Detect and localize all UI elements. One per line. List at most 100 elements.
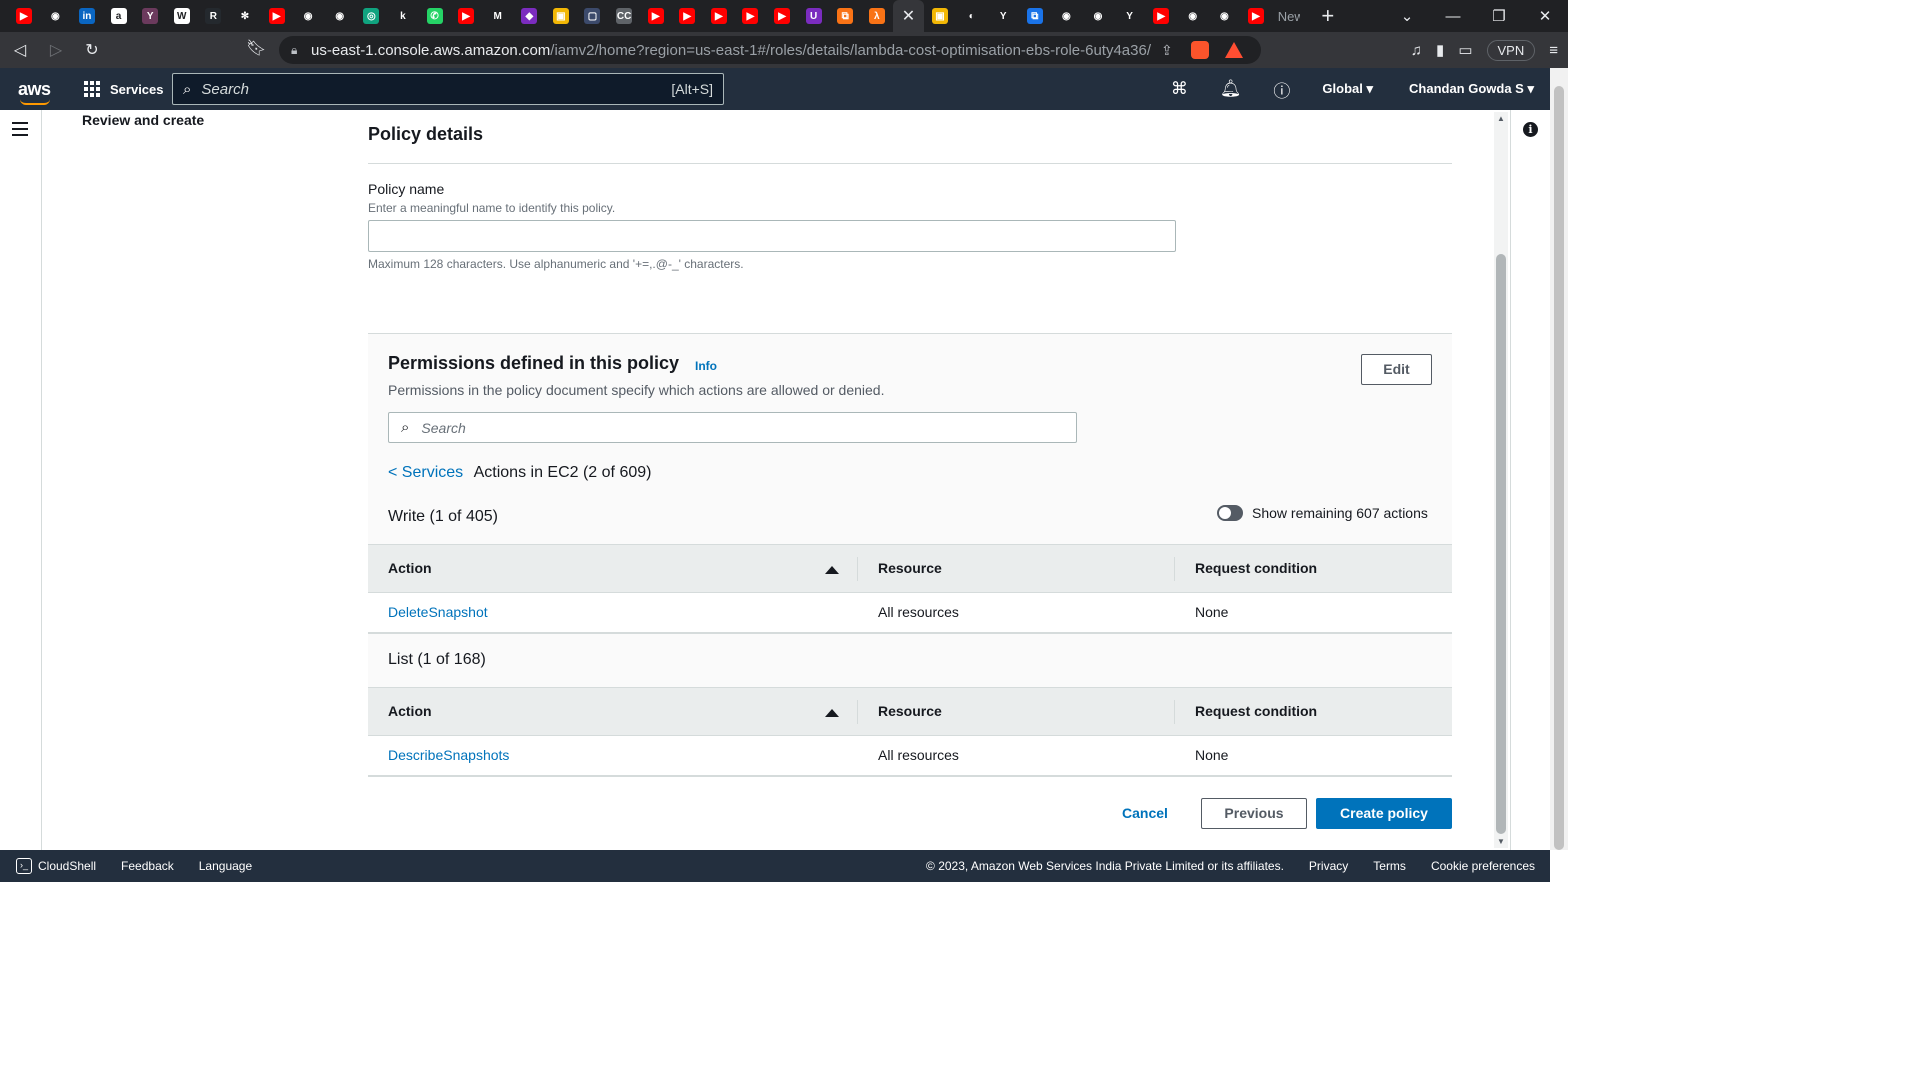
browser-tab[interactable]: Y xyxy=(134,0,166,32)
browser-tab[interactable]: ◉ xyxy=(40,0,72,32)
url-text[interactable]: us-east-1.console.aws.amazon.com/iamv2/h… xyxy=(311,42,1151,59)
action-link[interactable]: DeleteSnapshot xyxy=(388,593,488,632)
browser-tab[interactable]: M xyxy=(482,0,514,32)
address-bar[interactable]: 🔒︎ us-east-1.console.aws.amazon.com/iamv… xyxy=(279,36,1261,64)
info-link[interactable]: Info xyxy=(695,359,717,373)
cloudshell-icon[interactable]: ⌘ xyxy=(1171,79,1188,99)
browser-tab[interactable]: Y xyxy=(987,0,1019,32)
brave-shields-icon[interactable] xyxy=(1190,41,1209,59)
browser-tab[interactable]: ✆ xyxy=(419,0,451,32)
brave-rewards-icon[interactable] xyxy=(1224,42,1243,58)
browser-tab[interactable]: ⧉ xyxy=(1019,0,1051,32)
browser-tab[interactable]: ▶ xyxy=(735,0,767,32)
content-scrollbar[interactable]: ▲ ▼ xyxy=(1494,112,1508,848)
column-action[interactable]: Action xyxy=(388,688,432,735)
browser-tab[interactable]: ◐ xyxy=(956,0,988,32)
services-breadcrumb-link[interactable]: < Services xyxy=(388,464,463,481)
toggle-switch[interactable] xyxy=(1217,505,1243,521)
permissions-search-input[interactable]: ⌕ Search xyxy=(388,412,1077,443)
browser-tab[interactable]: Y xyxy=(1114,0,1146,32)
scroll-down-arrow-icon[interactable]: ▼ xyxy=(1497,837,1505,846)
cloudshell-button[interactable]: ›_ CloudShell xyxy=(16,858,96,874)
sort-ascending-icon[interactable] xyxy=(825,566,839,574)
reload-icon[interactable]: ↻ xyxy=(76,34,108,66)
media-icon[interactable]: ♫ xyxy=(1411,42,1422,59)
lock-icon[interactable]: 🔒︎ xyxy=(291,43,311,58)
browser-tab[interactable]: ◉ xyxy=(1209,0,1241,32)
info-panel-icon[interactable]: i xyxy=(1523,122,1538,137)
sort-ascending-icon[interactable] xyxy=(825,709,839,717)
browser-tab[interactable]: ◆ xyxy=(514,0,546,32)
edit-button[interactable]: Edit xyxy=(1361,354,1432,385)
browser-tab[interactable]: ◎ xyxy=(356,0,388,32)
create-policy-button[interactable]: Create policy xyxy=(1316,798,1452,829)
tab-search-icon[interactable]: ⌄ xyxy=(1384,7,1430,25)
browser-tab[interactable]: U xyxy=(798,0,830,32)
cookie-preferences-link[interactable]: Cookie preferences xyxy=(1431,859,1535,873)
browser-tab[interactable]: k xyxy=(387,0,419,32)
notifications-icon[interactable]: 🔔︎ xyxy=(1220,79,1242,99)
show-remaining-toggle[interactable]: Show remaining 607 actions xyxy=(1217,505,1428,521)
aws-logo[interactable]: aws xyxy=(18,79,58,105)
wallet-icon[interactable]: ▭ xyxy=(1458,41,1472,59)
language-link[interactable]: Language xyxy=(199,859,252,873)
feedback-link[interactable]: Feedback xyxy=(121,859,174,873)
browser-tab[interactable]: ▢ xyxy=(577,0,609,32)
forward-icon[interactable]: ▷ xyxy=(40,34,72,66)
column-request-condition[interactable]: Request condition xyxy=(1195,688,1317,735)
browser-tab[interactable]: ▶ xyxy=(766,0,798,32)
browser-tab[interactable]: R xyxy=(198,0,230,32)
bookmark-icon[interactable]: 🔖︎ xyxy=(246,38,266,58)
terms-link[interactable]: Terms xyxy=(1373,859,1406,873)
restore-button[interactable]: ❐ xyxy=(1476,7,1522,25)
browser-tab[interactable]: ✻ xyxy=(229,0,261,32)
vpn-button[interactable]: VPN xyxy=(1486,39,1536,61)
browser-tab[interactable]: ▶ xyxy=(671,0,703,32)
services-button[interactable]: Services xyxy=(84,81,164,97)
column-action[interactable]: Action xyxy=(388,545,432,592)
browser-tab[interactable]: ◉ xyxy=(292,0,324,32)
browser-tab[interactable]: ▶ xyxy=(703,0,735,32)
browser-tab[interactable]: ◉ xyxy=(1082,0,1114,32)
minimize-button[interactable]: — xyxy=(1430,8,1476,25)
menu-icon[interactable]: ≡ xyxy=(1549,42,1558,59)
page-scroll-thumb[interactable] xyxy=(1554,86,1564,850)
region-selector[interactable]: Global ▾ xyxy=(1322,81,1373,97)
browser-tab[interactable]: ✕ xyxy=(892,0,925,32)
browser-tab[interactable]: in xyxy=(71,0,103,32)
browser-tab[interactable]: ▣ xyxy=(545,0,577,32)
browser-tab[interactable]: ▶ xyxy=(1145,0,1177,32)
browser-tab[interactable]: W xyxy=(166,0,198,32)
browser-tab[interactable]: CC xyxy=(608,0,640,32)
scroll-thumb[interactable] xyxy=(1496,254,1506,834)
share-icon[interactable]: ⇪ xyxy=(1161,42,1173,59)
browser-tab[interactable]: ◉ xyxy=(1051,0,1083,32)
wizard-step-review[interactable]: Review and create xyxy=(82,112,204,128)
cancel-button[interactable]: Cancel xyxy=(1122,798,1168,829)
privacy-link[interactable]: Privacy xyxy=(1309,859,1348,873)
browser-tab[interactable]: ▶ xyxy=(261,0,293,32)
hamburger-menu-icon[interactable] xyxy=(12,122,28,140)
browser-tab[interactable]: ▶ xyxy=(8,0,40,32)
help-icon[interactable]: ⓘ xyxy=(1273,77,1290,102)
browser-tab[interactable]: ▶ xyxy=(450,0,482,32)
column-resource[interactable]: Resource xyxy=(878,688,942,735)
browser-tab[interactable]: ⧉ xyxy=(829,0,861,32)
new-tab-button[interactable]: + xyxy=(1316,3,1340,29)
sidebar-icon[interactable]: ▮ xyxy=(1436,41,1444,59)
browser-tab[interactable]: ▶ xyxy=(1240,0,1272,32)
action-link[interactable]: DescribeSnapshots xyxy=(388,736,509,775)
browser-tab[interactable]: ◉ xyxy=(1177,0,1209,32)
back-icon[interactable]: ◁ xyxy=(4,34,36,66)
account-menu[interactable]: Chandan Gowda S ▾ xyxy=(1409,81,1534,97)
aws-search-input[interactable]: ⌕ Search [Alt+S] xyxy=(172,73,724,105)
browser-tab[interactable]: λ xyxy=(861,0,893,32)
new-tab-label[interactable]: New xyxy=(1278,9,1300,24)
scroll-up-arrow-icon[interactable]: ▲ xyxy=(1497,114,1505,123)
browser-tab[interactable]: ▣ xyxy=(924,0,956,32)
column-request-condition[interactable]: Request condition xyxy=(1195,545,1317,592)
browser-tab[interactable]: ◉ xyxy=(324,0,356,32)
policy-name-input[interactable] xyxy=(368,220,1176,252)
previous-button[interactable]: Previous xyxy=(1201,798,1307,829)
page-scrollbar[interactable] xyxy=(1550,68,1568,850)
